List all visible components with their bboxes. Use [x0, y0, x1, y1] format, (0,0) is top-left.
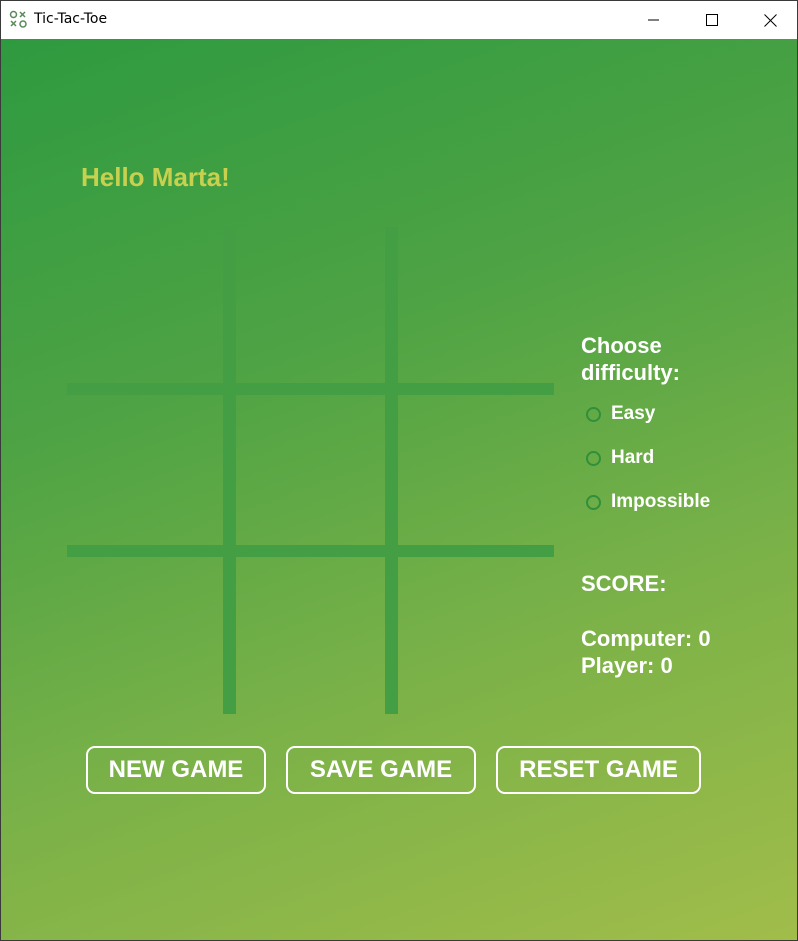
maximize-button[interactable]	[683, 1, 741, 39]
tic-tac-toe-app-icon	[9, 10, 27, 28]
close-icon	[763, 13, 777, 27]
board-grid-line	[67, 545, 554, 557]
board-cell-8[interactable]	[236, 557, 386, 707]
board-grid-line	[223, 227, 236, 714]
reset-game-button[interactable]: RESET GAME	[496, 746, 701, 794]
maximize-icon	[706, 14, 718, 26]
window-title: Tic-Tac-Toe	[34, 11, 108, 27]
board-grid-line	[67, 383, 554, 395]
radio-circle-icon[interactable]	[586, 406, 601, 422]
title-bar[interactable]: Tic-Tac-Toe	[1, 1, 797, 39]
greeting-text: Hello Marta!	[81, 162, 230, 192]
app-window: Tic-Tac-Toe Hello Marta! Choose difficul…	[0, 0, 798, 941]
difficulty-title: Choose difficulty:	[581, 333, 680, 385]
board-cell-1[interactable]	[71, 231, 221, 381]
board-cell-9[interactable]	[399, 557, 549, 707]
game-area: Hello Marta! Choose difficulty: Easy Har…	[1, 39, 797, 940]
player-score: Player: 0	[581, 653, 673, 678]
difficulty-label-impossible: Impossible	[611, 491, 711, 512]
board-cell-6[interactable]	[399, 395, 549, 545]
radio-circle-icon[interactable]	[586, 450, 601, 466]
board-grid-line	[385, 227, 398, 714]
difficulty-option-hard[interactable]: Hard	[586, 447, 654, 469]
board-cell-4[interactable]	[71, 395, 221, 545]
computer-score: Computer: 0	[581, 626, 711, 651]
board-cell-3[interactable]	[399, 231, 549, 381]
minimize-button[interactable]	[625, 1, 683, 39]
new-game-button[interactable]: NEW GAME	[86, 746, 266, 794]
close-button[interactable]	[741, 1, 797, 39]
difficulty-option-impossible[interactable]: Impossible	[586, 491, 710, 513]
difficulty-label-easy: Easy	[611, 403, 656, 424]
difficulty-option-easy[interactable]: Easy	[586, 403, 655, 425]
difficulty-label-hard: Hard	[611, 447, 655, 468]
minimize-icon	[648, 19, 659, 21]
board-cell-2[interactable]	[236, 231, 386, 381]
radio-circle-icon[interactable]	[586, 494, 601, 510]
score-title: SCORE:	[581, 571, 667, 596]
board-cell-5[interactable]	[236, 395, 386, 545]
save-game-button[interactable]: SAVE GAME	[286, 746, 476, 794]
board-cell-7[interactable]	[71, 557, 221, 707]
